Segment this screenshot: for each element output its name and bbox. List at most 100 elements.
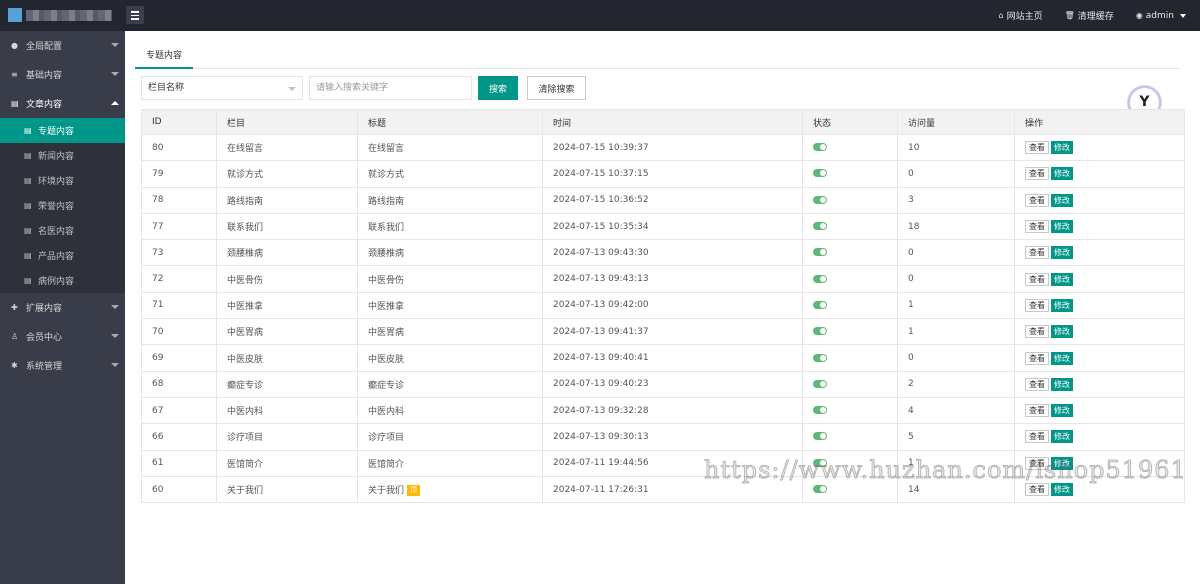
cell-id: 78 <box>141 186 217 214</box>
edit-button[interactable]: 修改 <box>1051 193 1073 207</box>
document-icon: ▤ <box>24 251 32 260</box>
edit-button[interactable]: 修改 <box>1051 351 1073 365</box>
status-toggle[interactable] <box>813 195 827 204</box>
chevron-down-icon <box>111 72 119 76</box>
edit-button[interactable]: 修改 <box>1051 220 1073 234</box>
status-toggle[interactable] <box>813 458 827 467</box>
edit-button[interactable]: 修改 <box>1051 167 1073 181</box>
cell-id: 61 <box>141 449 217 477</box>
column-header: 时间 <box>542 109 803 135</box>
view-button[interactable]: 查看 <box>1025 246 1049 260</box>
cell-status <box>802 318 898 346</box>
sidebar-group-after-2[interactable]: ✱ 系统管理 <box>0 351 125 380</box>
cell-column: 中医皮肤 <box>216 344 358 372</box>
cell-visits: 10 <box>897 133 1015 162</box>
sidebar-item-2[interactable]: ▤ 环境内容 <box>0 168 125 193</box>
cell-actions: 查看 修改 <box>1014 212 1185 241</box>
status-toggle[interactable] <box>813 379 827 388</box>
status-toggle[interactable] <box>813 406 827 415</box>
cell-visits: 3 <box>897 186 1015 214</box>
cell-title: 联系我们 <box>357 212 543 241</box>
edit-button[interactable]: 修改 <box>1051 483 1073 496</box>
header-link-2[interactable]: ◉ admin <box>1136 11 1186 21</box>
table-header: ID 栏目 标题 时间 状态 访问量 操作 <box>141 109 1185 135</box>
tab-topic-content[interactable]: 专题内容 <box>135 45 193 69</box>
status-toggle[interactable] <box>813 248 827 257</box>
edit-button[interactable]: 修改 <box>1051 456 1073 470</box>
view-button[interactable]: 查看 <box>1025 456 1049 470</box>
status-toggle[interactable] <box>813 432 827 441</box>
edit-button[interactable]: 修改 <box>1051 141 1073 155</box>
status-toggle[interactable] <box>813 300 827 309</box>
table-row: 77 联系我们 联系我们 2024-07-15 10:35:34 18 查看 修改 <box>141 212 1185 241</box>
search-input[interactable] <box>309 76 472 100</box>
view-button[interactable]: 查看 <box>1025 298 1049 312</box>
sidebar-group-0[interactable]: ● 全局配置 <box>0 31 125 60</box>
view-button[interactable]: 查看 <box>1025 193 1049 207</box>
edit-button[interactable]: 修改 <box>1051 377 1073 391</box>
view-button[interactable]: 查看 <box>1025 430 1049 444</box>
edit-button[interactable]: 修改 <box>1051 272 1073 286</box>
cell-id: 72 <box>141 265 217 293</box>
cell-time: 2024-07-15 10:35:34 <box>542 212 803 241</box>
edit-button[interactable]: 修改 <box>1051 404 1073 418</box>
status-toggle[interactable] <box>813 485 827 493</box>
cell-time: 2024-07-13 09:40:23 <box>542 370 803 398</box>
sidebar-group-label: 文章内容 <box>26 100 63 110</box>
status-toggle[interactable] <box>813 143 827 152</box>
cell-id: 60 <box>141 475 217 504</box>
sidebar-group-1[interactable]: ≡ 基础内容 <box>0 60 125 89</box>
status-toggle[interactable] <box>813 274 827 283</box>
header-link-0[interactable]: ⌂ 网站主页 <box>999 9 1043 22</box>
status-toggle[interactable] <box>813 353 827 362</box>
status-toggle[interactable] <box>813 222 827 231</box>
table-row: 73 颈腰椎病 颈腰椎病 2024-07-13 09:43:30 0 查看 修改 <box>141 239 1185 267</box>
view-button[interactable]: 查看 <box>1025 351 1049 365</box>
view-button[interactable]: 查看 <box>1025 377 1049 391</box>
sidebar-group-2[interactable]: ▤ 文章内容 <box>0 89 125 118</box>
edit-button[interactable]: 修改 <box>1051 430 1073 444</box>
sidebar-group-after-0[interactable]: ✚ 扩展内容 <box>0 293 125 322</box>
cell-title: 路线指南 <box>357 186 543 214</box>
top-bar: ⌂ 网站主页 🗑 清理缓存 ◉ admin <box>0 0 1200 31</box>
column-header: ID <box>141 109 217 135</box>
column-select[interactable]: 栏目名称 <box>141 76 303 100</box>
sidebar-item-4[interactable]: ▤ 名医内容 <box>0 218 125 243</box>
sidebar-group-after-1[interactable]: ♙ 会员中心 <box>0 322 125 351</box>
cell-time: 2024-07-13 09:42:00 <box>542 291 803 320</box>
table-row: 70 中医胃病 中医胃病 2024-07-13 09:41:37 1 查看 修改 <box>141 318 1185 346</box>
cell-time: 2024-07-13 09:43:13 <box>542 265 803 293</box>
title-text: 联系我们 <box>368 223 405 234</box>
view-button[interactable]: 查看 <box>1025 141 1049 155</box>
view-button[interactable]: 查看 <box>1025 272 1049 286</box>
view-button[interactable]: 查看 <box>1025 325 1049 339</box>
search-button[interactable]: 搜索 <box>478 76 518 100</box>
view-button[interactable]: 查看 <box>1025 220 1049 234</box>
sidebar-group-icon: ● <box>11 41 18 50</box>
clear-search-button[interactable]: 清除搜索 <box>527 76 586 100</box>
cell-column: 诊疗项目 <box>216 423 358 451</box>
cell-column: 就诊方式 <box>216 160 358 188</box>
cell-column: 医馆简介 <box>216 449 358 477</box>
sidebar-item-3[interactable]: ▤ 荣誉内容 <box>0 193 125 218</box>
sidebar-group-icon: ≡ <box>11 70 18 79</box>
view-button[interactable]: 查看 <box>1025 167 1049 181</box>
view-button[interactable]: 查看 <box>1025 404 1049 418</box>
header-link-1[interactable]: 🗑 清理缓存 <box>1065 9 1114 22</box>
status-toggle[interactable] <box>813 169 827 178</box>
cell-title: 诊疗项目 <box>357 423 543 451</box>
menu-toggle-button[interactable] <box>126 6 144 24</box>
sidebar-item-1[interactable]: ▤ 新闻内容 <box>0 143 125 168</box>
edit-button[interactable]: 修改 <box>1051 246 1073 260</box>
edit-button[interactable]: 修改 <box>1051 325 1073 339</box>
table-row: 78 路线指南 路线指南 2024-07-15 10:36:52 3 查看 修改 <box>141 186 1185 214</box>
sidebar-item-5[interactable]: ▤ 产品内容 <box>0 243 125 268</box>
sidebar-item-0[interactable]: ▤ 专题内容 <box>0 118 125 143</box>
cell-title: 癫症专诊 <box>357 370 543 398</box>
cell-visits: 5 <box>897 423 1015 451</box>
edit-button[interactable]: 修改 <box>1051 298 1073 312</box>
sidebar-item-6[interactable]: ▤ 病例内容 <box>0 268 125 293</box>
status-toggle[interactable] <box>813 327 827 336</box>
view-button[interactable]: 查看 <box>1025 483 1049 496</box>
cell-actions: 查看 修改 <box>1014 475 1185 504</box>
